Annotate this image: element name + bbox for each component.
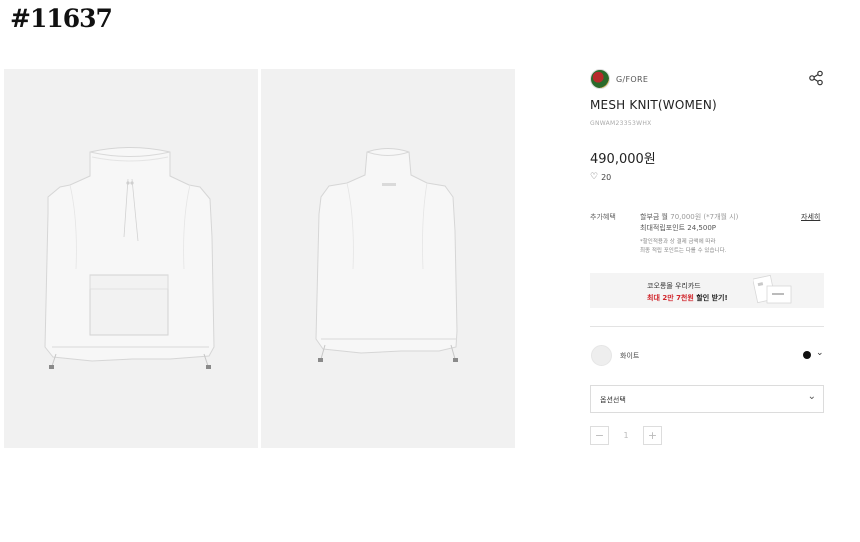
card-promo-line2: 최대 2만 7천원 할인 받기! [647, 293, 728, 303]
installment-value: 70,000원 (*7개월 시) [670, 213, 739, 221]
chevron-down-icon: ⌄ [807, 391, 816, 402]
brand-logo[interactable] [590, 69, 610, 89]
section-divider [590, 326, 824, 327]
option-select-label: 옵션선택 [600, 396, 626, 404]
listing-tag-id: #11637 [10, 4, 113, 33]
benefit-note-line1: *할인적용과 상 결제 금액에 따라 [640, 239, 716, 245]
chevron-down-icon[interactable]: ⌄ [816, 348, 824, 358]
quantity-decrease-button[interactable]: − [590, 426, 609, 445]
color-name: 화이트 [620, 352, 640, 360]
brand-name[interactable]: G/FORE [616, 75, 648, 84]
product-image-back[interactable] [261, 69, 515, 448]
product-price: 490,000원 [590, 152, 656, 167]
max-points: 최대적립포인트 24,500P [640, 224, 717, 232]
card-promo-banner[interactable]: 코오롱몰 우리카드 최대 2만 7천원 할인 받기! [590, 273, 824, 308]
like-count[interactable]: ♡ 20 [590, 172, 611, 182]
color-dot[interactable] [803, 351, 811, 359]
card-promo-highlight: 최대 2만 7천원 [647, 294, 694, 302]
like-count-value: 20 [601, 172, 612, 182]
quantity-increase-button[interactable]: + [643, 426, 662, 445]
color-option-row[interactable]: 화이트 ⌄ [590, 345, 826, 367]
product-title: MESH KNIT(WOMEN) [590, 98, 717, 112]
benefit-more-link[interactable]: 자세히 [801, 212, 820, 222]
benefit-note: *할인적용과 상 결제 금액에 따라 최종 적립 포인트는 다를 수 있습니다. [640, 238, 726, 256]
vest-back-illustration [315, 148, 458, 362]
share-icon[interactable] [808, 70, 824, 86]
installment-prefix: 할부금 월 [640, 213, 668, 221]
benefit-label: 추가혜택 [590, 213, 616, 221]
benefit-details: 할부금 월 70,000원 (*7개월 시) 최대적립포인트 24,500P [640, 212, 738, 234]
credit-card-icon [753, 274, 792, 304]
brand-row[interactable]: G/FORE [590, 68, 648, 90]
card-promo-line1: 코오롱몰 우리카드 [647, 282, 701, 290]
color-swatch[interactable] [591, 345, 612, 366]
quantity-stepper[interactable]: − 1 + [590, 426, 662, 445]
product-code: GNWAM23353WHX [590, 120, 652, 127]
card-promo-suffix: 할인 받기! [696, 294, 728, 302]
option-select-dropdown[interactable]: 옵션선택 ⌄ [590, 385, 824, 413]
heart-icon[interactable]: ♡ [590, 172, 598, 182]
quantity-value[interactable]: 1 [609, 431, 643, 440]
product-image-front[interactable] [4, 69, 258, 448]
vest-front-illustration [44, 147, 215, 369]
benefit-note-line2: 최종 적립 포인트는 다를 수 있습니다. [640, 248, 727, 254]
